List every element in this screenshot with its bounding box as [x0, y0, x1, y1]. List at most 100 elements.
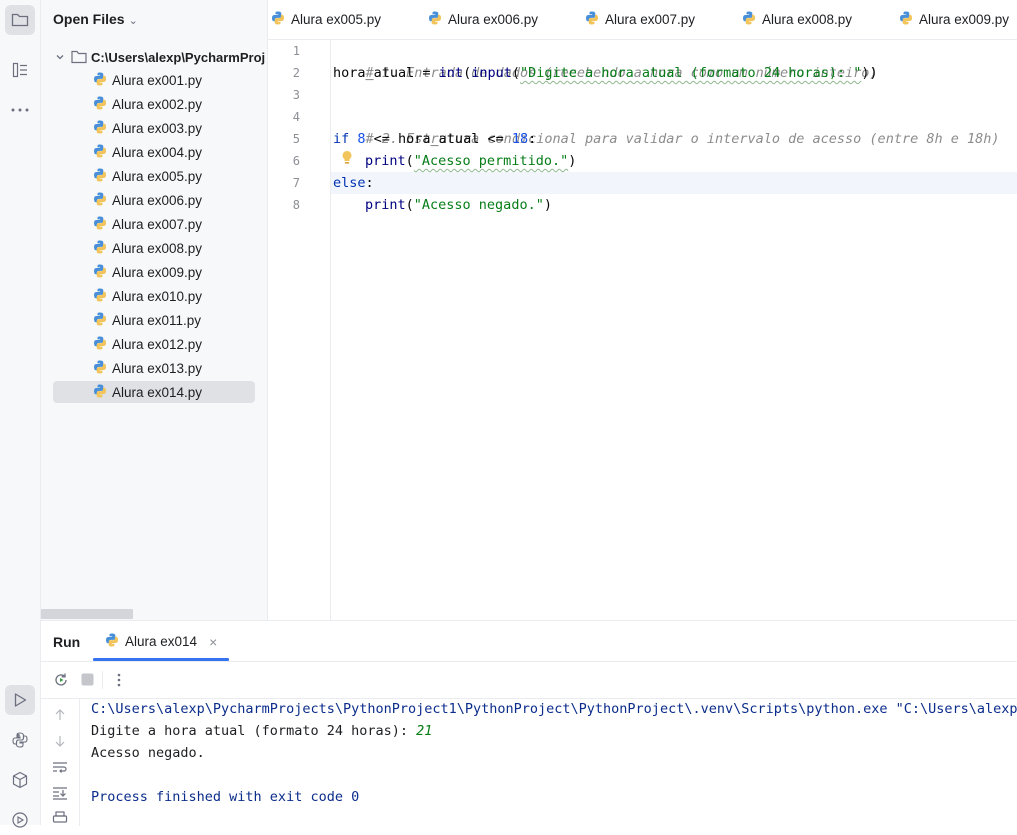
tree-root-folder[interactable]: C:\Users\alexp\PycharmProj: [55, 46, 267, 68]
file-name: Alura ex002.py: [112, 96, 203, 112]
active-tab-indicator: [93, 658, 229, 661]
string-literal: "Acesso permitido.": [413, 153, 569, 169]
file-name: Alura ex013.py: [112, 360, 203, 376]
number-literal: 8: [357, 131, 366, 147]
number-literal: 18: [511, 131, 529, 147]
file-tree-item[interactable]: Alura ex010.py: [53, 285, 255, 307]
line-number: 1: [292, 44, 300, 58]
project-folder-icon[interactable]: [5, 5, 35, 35]
python-file-icon: [93, 360, 107, 377]
python-file-icon: [93, 336, 107, 353]
chevron-down-icon: [56, 55, 64, 60]
editor-tab-label: Alura ex008.py: [762, 12, 853, 27]
code-token: int: [438, 65, 464, 81]
code-line-5: if 8 <= hora_atual <= 18:: [333, 128, 536, 150]
chevron-down-icon: ⌄: [128, 15, 138, 27]
python-file-icon: [742, 11, 756, 28]
file-tree-item[interactable]: Alura ex013.py: [53, 357, 255, 379]
file-name: Alura ex001.py: [112, 72, 203, 88]
editor-tab[interactable]: Alura ex008.py: [742, 0, 852, 39]
run-toolbar: [41, 662, 1017, 699]
services-icon[interactable]: [5, 805, 35, 835]
python-file-icon: [93, 192, 107, 209]
file-tree-item[interactable]: Alura ex012.py: [53, 333, 255, 355]
editor-tab-label: Alura ex006.py: [448, 12, 539, 27]
close-tab-icon[interactable]: ×: [209, 634, 217, 650]
line-number: 3: [292, 88, 300, 102]
string-literal: "Digite a hora atual (formato 24 horas):…: [519, 65, 862, 81]
file-tree-item[interactable]: Alura ex001.py: [53, 69, 255, 91]
python-file-icon: [585, 11, 599, 28]
code-editor[interactable]: # 1. Entrada de dados (recebendo a hora …: [331, 40, 1017, 620]
string-literal: "Acesso negado.": [413, 197, 544, 213]
code-line-8: print("Acesso negado."): [365, 197, 552, 213]
line-number: 6: [292, 154, 300, 168]
python-file-icon: [93, 120, 107, 137]
file-tree-item[interactable]: Alura ex014.py: [53, 381, 255, 403]
python-file-icon: [93, 144, 107, 161]
line-number: 7: [292, 176, 300, 190]
file-tree-item[interactable]: Alura ex002.py: [53, 93, 255, 115]
code-line-7: else:: [333, 172, 374, 194]
run-panel-title: Run: [53, 634, 81, 650]
file-tree-item[interactable]: Alura ex003.py: [53, 117, 255, 139]
code-line-4: # 2. Estrutura condicional para validar …: [333, 106, 1000, 147]
file-tree-item[interactable]: Alura ex009.py: [53, 261, 255, 283]
python-file-icon: [93, 312, 107, 329]
file-name: Alura ex003.py: [112, 120, 203, 136]
file-name: Alura ex007.py: [112, 216, 203, 232]
structure-icon[interactable]: [5, 55, 35, 85]
python-file-icon: [93, 288, 107, 305]
python-file-icon: [93, 240, 107, 257]
run-tool-icon[interactable]: [5, 685, 35, 715]
line-number: 2: [292, 66, 300, 80]
code-token: <= hora_atual <=: [365, 131, 512, 147]
scroll-to-end-icon[interactable]: [52, 786, 68, 803]
console-output-line: Acesso negado.: [91, 745, 205, 761]
editor-tab[interactable]: Alura ex006.py: [428, 0, 538, 39]
lightbulb-icon[interactable]: [341, 150, 355, 168]
project-panel: Open Files ⌄ C:\Users\alexp\PycharmProj A…: [41, 0, 268, 620]
file-name: Alura ex004.py: [112, 144, 203, 160]
console-prompt-line: Digite a hora atual (formato 24 horas): …: [91, 723, 432, 739]
tree-root-label: C:\Users\alexp\PycharmProj: [91, 49, 266, 65]
more-tools-icon[interactable]: [5, 95, 35, 125]
print-icon[interactable]: [52, 811, 68, 828]
file-tree-item[interactable]: Alura ex004.py: [53, 141, 255, 163]
rerun-icon[interactable]: [53, 672, 69, 691]
code-token: :: [528, 131, 537, 147]
editor-tab[interactable]: Alura ex007.py: [585, 0, 695, 39]
file-tree-item[interactable]: Alura ex006.py: [53, 189, 255, 211]
python-file-icon: [93, 72, 107, 89]
arrow-up-icon[interactable]: [53, 708, 67, 725]
line-number: 5: [292, 132, 300, 146]
python-packages-icon[interactable]: [5, 765, 35, 795]
python-file-icon: [93, 264, 107, 281]
file-tree-item[interactable]: Alura ex007.py: [53, 213, 255, 235]
editor-tab[interactable]: Alura ex005.py: [271, 0, 381, 39]
more-options-icon[interactable]: [117, 672, 121, 691]
console-user-input: 21: [416, 723, 433, 739]
run-config-tab[interactable]: Alura ex014 ×: [105, 633, 217, 650]
python-console-icon[interactable]: [5, 725, 35, 755]
console-exit-message: Process finished with exit code 0: [91, 789, 360, 805]
soft-wrap-icon[interactable]: [52, 760, 68, 777]
project-view-title: Open Files: [53, 11, 125, 27]
python-file-icon: [899, 11, 913, 28]
code-line-6: print("Acesso permitido."): [365, 153, 577, 169]
file-name: Alura ex010.py: [112, 288, 203, 304]
horizontal-scrollbar[interactable]: [41, 609, 133, 619]
file-tree-item[interactable]: Alura ex011.py: [53, 309, 255, 331]
editor-tab[interactable]: Alura ex009.py: [899, 0, 1009, 39]
file-name: Alura ex012.py: [112, 336, 203, 352]
python-file-icon: [93, 96, 107, 113]
project-view-selector[interactable]: Open Files ⌄: [53, 11, 138, 27]
file-tree-item[interactable]: Alura ex005.py: [53, 165, 255, 187]
stop-icon[interactable]: [81, 673, 94, 689]
code-token: input: [471, 65, 512, 81]
file-name: Alura ex011.py: [112, 312, 202, 328]
file-name: Alura ex008.py: [112, 240, 203, 256]
arrow-down-icon[interactable]: [53, 734, 67, 751]
file-name: Alura ex009.py: [112, 264, 203, 280]
file-tree-item[interactable]: Alura ex008.py: [53, 237, 255, 259]
